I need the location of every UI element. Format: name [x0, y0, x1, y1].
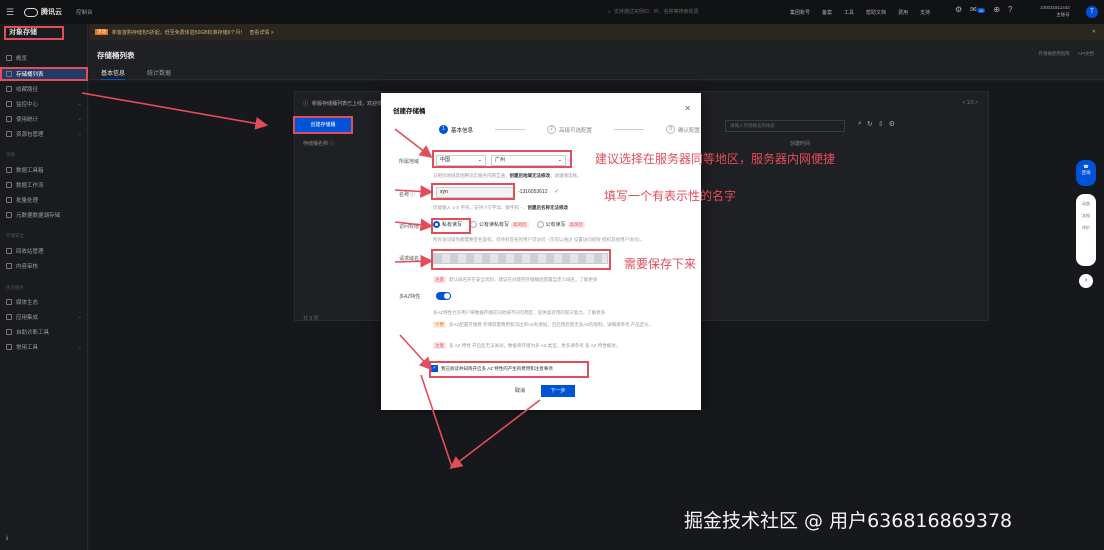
- chevron-right-icon[interactable]: ›: [1079, 274, 1093, 288]
- arrow-agree-tail: [420, 374, 453, 468]
- arrow-to-domain: [394, 254, 434, 268]
- arrow-to-name: [394, 185, 434, 198]
- watermark: 掘金技术社区 @ 用户636816869378: [684, 510, 1013, 532]
- floating-help-bar: ☎ 咨询 动态 文档 评价 ›: [1076, 160, 1096, 288]
- arrow-to-next-button: [449, 399, 541, 469]
- arrow-to-agree: [399, 334, 433, 371]
- float-link-news[interactable]: 动态: [1076, 198, 1096, 210]
- consult-label: 咨询: [1081, 170, 1091, 175]
- consult-button[interactable]: ☎ 咨询: [1076, 160, 1096, 186]
- arrow-to-region: [394, 128, 433, 158]
- float-link-feedback[interactable]: 评价: [1076, 222, 1096, 234]
- arrow-to-access: [394, 218, 434, 232]
- arrow-to-create-button: [81, 92, 269, 130]
- annotation-arrows: [81, 92, 541, 469]
- float-links: 动态 文档 评价: [1076, 194, 1096, 266]
- float-link-docs[interactable]: 文档: [1076, 210, 1096, 222]
